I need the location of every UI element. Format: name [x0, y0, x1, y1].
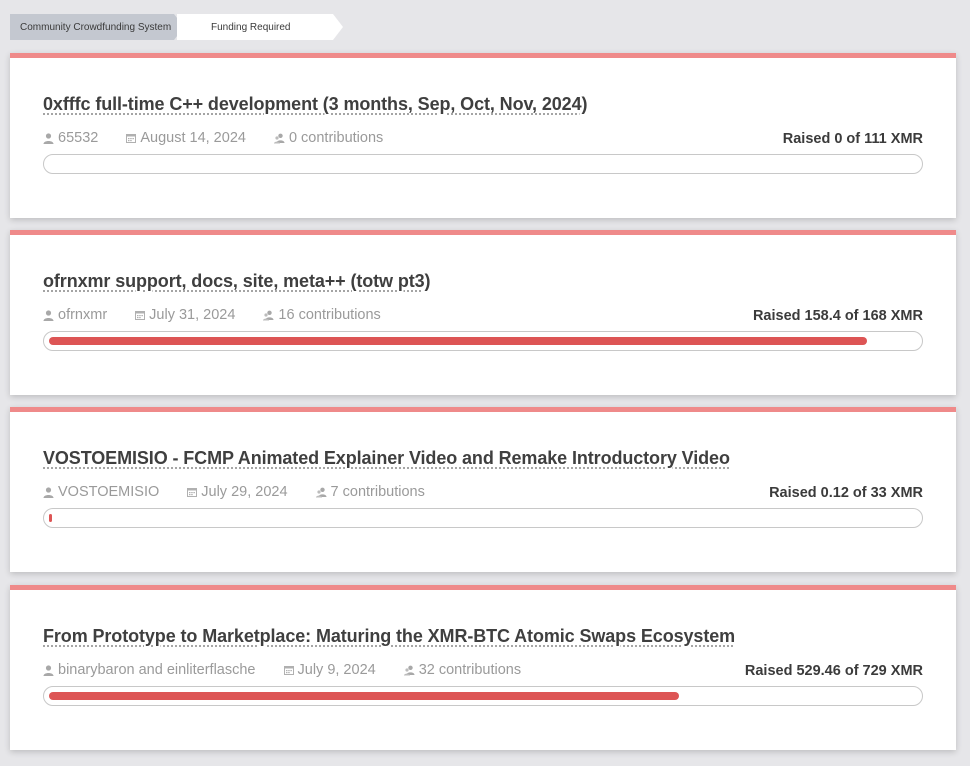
calendar-icon: [283, 666, 294, 675]
calendar-icon: [135, 311, 146, 320]
breadcrumb-item-home[interactable]: Community Crowdfunding System: [10, 14, 184, 40]
funding-progress-bar: [43, 508, 923, 528]
proposal-author-name: 65532: [58, 130, 99, 146]
funding-progress-fill: [49, 514, 53, 522]
proposal-meta: VOSTOEMISIO July 29, 2024 7 contribution…: [43, 484, 453, 500]
funding-progress-bar: [43, 686, 923, 706]
proposal-contributions-text: 7 contributions: [330, 484, 425, 500]
calendar-icon: [187, 488, 198, 497]
contributors-icon: [263, 310, 274, 320]
contributors-icon: [273, 133, 285, 143]
proposal-title-link[interactable]: 0xfffc full-time C++ development (3 mont…: [43, 94, 588, 115]
contributors-icon: [403, 665, 415, 675]
proposal-contributions: 7 contributions: [315, 484, 425, 500]
user-icon: [43, 486, 54, 498]
proposal-meta: binarybaron and einliterflasche July 9, …: [43, 662, 549, 678]
proposal-card: VOSTOEMISIO - FCMP Animated Explainer Vi…: [10, 407, 956, 572]
proposal-contributions: 0 contributions: [273, 130, 384, 146]
proposal-contributions-text: 16 contributions: [278, 307, 381, 323]
user-icon: [43, 664, 54, 676]
user-icon: [43, 132, 54, 144]
proposal-author: VOSTOEMISIO: [43, 484, 159, 500]
proposal-date-text: July 31, 2024: [149, 307, 236, 323]
proposal-raised: Raised 158.4 of 168 XMR: [752, 308, 923, 324]
proposal-author-name: VOSTOEMISIO: [58, 484, 160, 500]
proposal-author: 65532: [43, 130, 98, 146]
proposal-date: July 29, 2024: [187, 484, 288, 500]
proposal-meta: ofrnxmr July 31, 2024 16 contributions: [43, 307, 409, 323]
proposal-author-name: binarybaron and einliterflasche: [58, 662, 256, 678]
proposal-date-text: August 14, 2024: [140, 130, 246, 146]
proposal-date: August 14, 2024: [126, 130, 246, 146]
proposal-contributions: 32 contributions: [403, 662, 522, 678]
proposal-meta: 65532 August 14, 2024 0 contributions: [43, 130, 411, 146]
proposal-title-link[interactable]: VOSTOEMISIO - FCMP Animated Explainer Vi…: [43, 448, 730, 469]
proposal-date: July 9, 2024: [283, 662, 376, 678]
funding-progress-fill: [49, 692, 680, 700]
proposal-author: ofrnxmr: [43, 307, 107, 323]
breadcrumb-label: Funding Required: [211, 21, 291, 33]
funding-progress-fill: [49, 337, 868, 345]
proposal-card: ofrnxmr support, docs, site, meta++ (tot…: [10, 230, 956, 395]
proposal-contributions: 16 contributions: [263, 307, 381, 323]
proposal-title-link[interactable]: ofrnxmr support, docs, site, meta++ (tot…: [43, 271, 431, 292]
funding-progress-bar: [43, 154, 923, 174]
proposal-date-text: July 29, 2024: [201, 484, 288, 500]
proposal-contributions-text: 0 contributions: [288, 130, 384, 146]
breadcrumb-item-current[interactable]: Funding Required: [177, 14, 343, 40]
proposal-card: 0xfffc full-time C++ development (3 mont…: [10, 53, 956, 218]
proposal-author-name: ofrnxmr: [58, 307, 108, 323]
contributors-icon: [315, 487, 327, 497]
proposal-author: binarybaron and einliterflasche: [43, 662, 256, 678]
proposal-contributions-text: 32 contributions: [418, 662, 522, 678]
proposal-card: From Prototype to Marketplace: Maturing …: [10, 585, 956, 750]
proposal-date: July 31, 2024: [135, 307, 235, 323]
proposal-date-text: July 9, 2024: [297, 662, 376, 678]
calendar-icon: [126, 134, 137, 143]
user-icon: [43, 309, 54, 321]
proposal-raised: Raised 0.12 of 33 XMR: [769, 485, 923, 501]
proposal-raised: Raised 0 of 111 XMR: [782, 131, 923, 147]
proposal-title-link[interactable]: From Prototype to Marketplace: Maturing …: [43, 626, 735, 647]
proposal-raised: Raised 529.46 of 729 XMR: [744, 663, 923, 679]
breadcrumb-label: Community Crowdfunding System: [20, 21, 172, 33]
funding-progress-bar: [43, 331, 923, 351]
breadcrumb: Community Crowdfunding System Funding Re…: [10, 14, 343, 40]
